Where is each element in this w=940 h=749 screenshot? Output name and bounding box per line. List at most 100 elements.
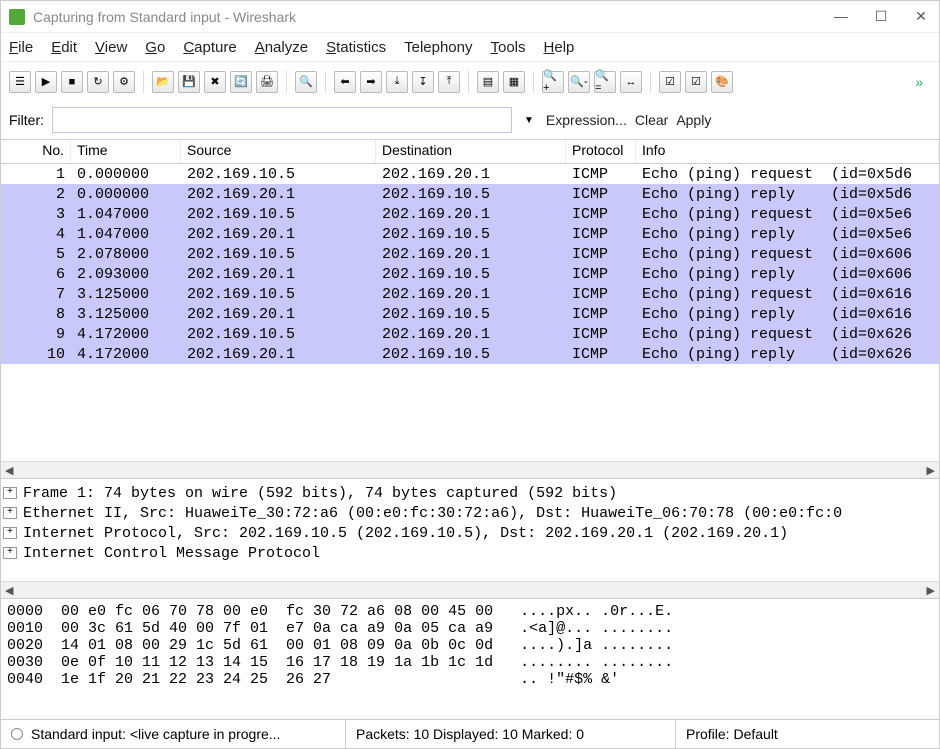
statusbar: Standard input: <live capture in progre.… (1, 720, 939, 748)
tree-node-label: Internet Protocol, Src: 202.169.10.5 (20… (23, 525, 788, 542)
menubar: File Edit View Go Capture Analyze Statistics Te… (1, 33, 939, 61)
menu-go[interactable]: Go (145, 39, 165, 56)
packet-row[interactable]: 20.000000202.169.20.1202.169.10.5ICMPEch… (1, 184, 939, 204)
expand-icon[interactable]: + (3, 487, 17, 499)
details-scrollbar[interactable]: ◀ ▶ (1, 581, 939, 598)
toolbar-go-first-button[interactable]: ⤒ (438, 71, 460, 93)
expand-icon[interactable]: + (3, 547, 17, 559)
toolbar-capture-options-button[interactable]: ⚙ (113, 71, 135, 93)
apply-button[interactable]: Apply (676, 112, 711, 128)
status-profile[interactable]: Profile: Default (676, 720, 939, 748)
packet-cell-src: 202.169.10.5 (181, 286, 376, 303)
toolbar-capture-restart-button[interactable]: ↻ (87, 71, 109, 93)
menu-telephony[interactable]: Telephony (404, 39, 472, 56)
col-header-protocol[interactable]: Protocol (566, 140, 636, 163)
toolbar-overflow-button[interactable]: » (907, 74, 931, 90)
packet-row[interactable]: 31.047000202.169.10.5202.169.20.1ICMPEch… (1, 204, 939, 224)
toolbar-coloring-rules-button[interactable]: 🎨 (711, 71, 733, 93)
packet-row[interactable]: 83.125000202.169.20.1202.169.10.5ICMPEch… (1, 304, 939, 324)
toolbar-list-button[interactable]: ☰ (9, 71, 31, 93)
packet-row[interactable]: 73.125000202.169.10.5202.169.20.1ICMPEch… (1, 284, 939, 304)
tree-node[interactable]: +Ethernet II, Src: HuaweiTe_30:72:a6 (00… (3, 503, 937, 523)
menu-tools[interactable]: Tools (491, 39, 526, 56)
toolbar-open-button[interactable]: 📂 (152, 71, 174, 93)
packet-row[interactable]: 62.093000202.169.20.1202.169.10.5ICMPEch… (1, 264, 939, 284)
expression-button[interactable]: Expression... (546, 112, 627, 128)
packet-cell-dst: 202.169.20.1 (376, 286, 566, 303)
packet-cell-proto: ICMP (566, 266, 636, 283)
toolbar-go-forward-button[interactable]: ➡ (360, 71, 382, 93)
toolbar-colorize-button[interactable]: ▤ (477, 71, 499, 93)
packet-list-scrollbar[interactable]: ◀ ▶ (1, 461, 939, 478)
col-header-no[interactable]: No. (1, 140, 71, 163)
toolbar-capture-filters-button[interactable]: ☑ (659, 71, 681, 93)
toolbar-resize-cols-button[interactable]: ↔ (620, 71, 642, 93)
menu-statistics[interactable]: Statistics (326, 39, 386, 56)
toolbar-reload-button[interactable]: 🔄 (230, 71, 252, 93)
menu-capture[interactable]: Capture (183, 39, 236, 56)
packet-cell-src: 202.169.20.1 (181, 226, 376, 243)
toolbar-auto-scroll-button[interactable]: ▦ (503, 71, 525, 93)
col-header-destination[interactable]: Destination (376, 140, 566, 163)
toolbar-print-button[interactable]: 🖨 (256, 71, 278, 93)
scroll-right-icon[interactable]: ▶ (927, 584, 935, 597)
filter-label: Filter: (9, 112, 44, 128)
close-button[interactable]: ✕ (911, 8, 931, 25)
scroll-right-icon[interactable]: ▶ (927, 464, 935, 477)
menu-file[interactable]: File (9, 39, 33, 56)
menu-analyze[interactable]: Analyze (255, 39, 308, 56)
toolbar-zoom-in-button[interactable]: 🔍+ (542, 71, 564, 93)
toolbar-save-button[interactable]: 💾 (178, 71, 200, 93)
packet-list-header: No. Time Source Destination Protocol Inf… (1, 140, 939, 164)
filter-dropdown-icon[interactable]: ▼ (520, 115, 538, 126)
toolbar-zoom-out-button[interactable]: 🔍- (568, 71, 590, 93)
toolbar-capture-stop-button[interactable]: ■ (61, 71, 83, 93)
col-header-time[interactable]: Time (71, 140, 181, 163)
packet-cell-info: Echo (ping) request (id=0x626 (636, 326, 939, 343)
clear-button[interactable]: Clear (635, 112, 668, 128)
packet-cell-no: 6 (1, 266, 71, 283)
scroll-left-icon[interactable]: ◀ (5, 464, 13, 477)
tree-node[interactable]: +Internet Control Message Protocol (3, 543, 937, 563)
toolbar-zoom-fit-button[interactable]: 🔍= (594, 71, 616, 93)
packet-row[interactable]: 52.078000202.169.10.5202.169.20.1ICMPEch… (1, 244, 939, 264)
app-icon (9, 9, 25, 25)
expand-icon[interactable]: + (3, 527, 17, 539)
tree-node[interactable]: + Internet Protocol, Src: 202.169.10.5 (2… (3, 523, 937, 543)
tree-node[interactable]: +Frame 1: 74 bytes on wire (592 bits), 7… (3, 483, 937, 503)
packet-bytes-pane: 0000 00 e0 fc 06 70 78 00 e0 fc 30 72 a6… (1, 599, 939, 720)
toolbar-find-button[interactable]: 🔍 (295, 71, 317, 93)
packet-row[interactable]: 41.047000202.169.20.1202.169.10.5ICMPEch… (1, 224, 939, 244)
packet-cell-dst: 202.169.20.1 (376, 246, 566, 263)
minimize-button[interactable]: — (831, 8, 851, 25)
menu-edit[interactable]: Edit (51, 39, 77, 56)
packet-cell-no: 9 (1, 326, 71, 343)
packet-cell-dst: 202.169.20.1 (376, 166, 566, 183)
packet-cell-info: Echo (ping) request (id=0x5d6 (636, 166, 939, 183)
toolbar-go-back-button[interactable]: ⬅ (334, 71, 356, 93)
toolbar-display-filters-button[interactable]: ☑ (685, 71, 707, 93)
window-title: Capturing from Standard input - Wireshar… (33, 9, 831, 25)
scroll-left-icon[interactable]: ◀ (5, 584, 13, 597)
packet-cell-proto: ICMP (566, 286, 636, 303)
status-profile-text: Profile: Default (686, 726, 778, 742)
packet-row[interactable]: 10.000000202.169.10.5202.169.20.1ICMPEch… (1, 164, 939, 184)
toolbar-capture-start-button[interactable]: ▶ (35, 71, 57, 93)
packet-cell-info: Echo (ping) reply (id=0x626 (636, 346, 939, 363)
col-header-info[interactable]: Info (636, 140, 939, 163)
filter-input[interactable] (52, 107, 512, 133)
toolbar-go-last-button[interactable]: ⤓ (386, 71, 408, 93)
toolbar-close-button[interactable]: ✖ (204, 71, 226, 93)
menu-view[interactable]: View (95, 39, 127, 56)
packet-cell-time: 3.125000 (71, 286, 181, 303)
packet-row[interactable]: 104.172000202.169.20.1202.169.10.5ICMPEc… (1, 344, 939, 364)
menu-help[interactable]: Help (544, 39, 575, 56)
packet-cell-info: Echo (ping) reply (id=0x616 (636, 306, 939, 323)
maximize-button[interactable]: ☐ (871, 8, 891, 25)
expand-icon[interactable]: + (3, 507, 17, 519)
packet-cell-no: 2 (1, 186, 71, 203)
packet-cell-no: 1 (1, 166, 71, 183)
toolbar-go-to-button[interactable]: ↧ (412, 71, 434, 93)
col-header-source[interactable]: Source (181, 140, 376, 163)
packet-row[interactable]: 94.172000202.169.10.5202.169.20.1ICMPEch… (1, 324, 939, 344)
